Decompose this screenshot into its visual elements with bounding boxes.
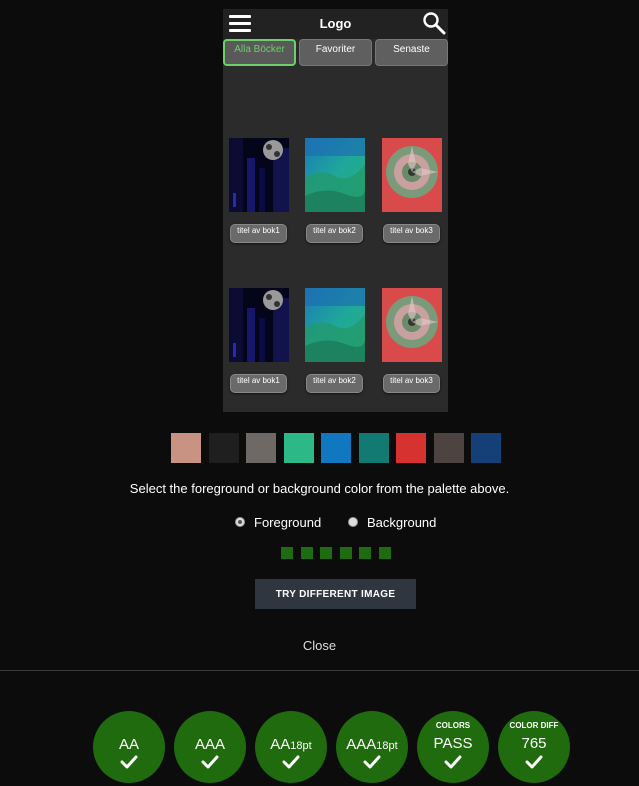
book-cover-image[interactable]	[382, 288, 442, 362]
search-icon[interactable]	[422, 11, 446, 35]
phone-preview: Logo Alla Böcker Favoriter Senaste titel…	[223, 9, 448, 412]
book-title-button[interactable]: titel av bok1	[230, 374, 287, 393]
background-label: Background	[367, 515, 437, 530]
badge-label: AAA	[194, 736, 225, 753]
check-icon	[282, 755, 300, 769]
tab-favorites[interactable]: Favoriter	[299, 39, 372, 66]
result-badge: AA	[93, 711, 165, 783]
book-cover-image[interactable]	[305, 138, 365, 212]
book-card[interactable]: titel av bok2	[305, 138, 365, 243]
badge-caption: COLOR DIFF	[509, 721, 559, 730]
check-icon	[363, 755, 381, 769]
result-badge: AAA	[174, 711, 246, 783]
palette-swatch[interactable]	[358, 433, 389, 463]
book-title-button[interactable]: titel av bok2	[306, 224, 363, 243]
progress-step	[359, 547, 371, 559]
book-cover-image[interactable]	[229, 288, 289, 362]
badge-label: AA18pt	[270, 736, 312, 753]
result-badge: COLOR DIFF 765	[498, 711, 570, 783]
progress-step	[320, 547, 332, 559]
progress-step	[378, 547, 391, 559]
palette-swatch[interactable]	[171, 433, 201, 463]
book-title-button[interactable]: titel av bok1	[230, 224, 287, 243]
close-link[interactable]: Close	[0, 638, 639, 653]
badge-label: 765	[521, 735, 547, 752]
tab-bar: Alla Böcker Favoriter Senaste	[223, 39, 448, 67]
book-title-button[interactable]: titel av bok2	[306, 374, 363, 393]
palette-swatch[interactable]	[321, 433, 351, 463]
book-title-button[interactable]: titel av bok3	[383, 374, 440, 393]
palette-swatch[interactable]	[471, 433, 501, 463]
result-badge: COLORS PASS	[417, 711, 489, 783]
book-cover-image[interactable]	[229, 138, 289, 212]
progress-step	[300, 547, 313, 559]
check-icon	[201, 755, 219, 769]
book-card[interactable]: titel av bok3	[382, 138, 442, 243]
radio-checked-icon[interactable]	[236, 518, 244, 526]
book-cover-image[interactable]	[305, 288, 365, 362]
palette-swatch[interactable]	[396, 433, 426, 463]
badge-label: AAA18pt	[346, 736, 398, 753]
book-card[interactable]: titel av bok3	[382, 288, 442, 393]
progress-step	[281, 547, 293, 559]
tab-all-books[interactable]: Alla Böcker	[223, 39, 296, 66]
palette-swatch[interactable]	[208, 433, 239, 463]
progress-step	[339, 547, 352, 559]
badge-caption: COLORS	[435, 721, 471, 730]
result-badge: AA18pt	[255, 711, 327, 783]
tab-recent[interactable]: Senaste	[375, 39, 448, 66]
badge-label: PASS	[433, 735, 473, 752]
color-target-radio-group: Foreground Background	[0, 515, 639, 533]
book-title-button[interactable]: titel av bok3	[383, 224, 440, 243]
book-card[interactable]: titel av bok2	[305, 288, 365, 393]
try-different-image-button[interactable]: TRY DIFFERENT IMAGE	[255, 579, 416, 609]
divider	[0, 670, 639, 671]
check-icon	[525, 755, 543, 769]
check-icon	[120, 755, 138, 769]
palette-swatch[interactable]	[283, 433, 314, 463]
result-badge: AAA18pt	[336, 711, 408, 783]
palette-swatch[interactable]	[433, 433, 464, 463]
book-cover-image[interactable]	[382, 138, 442, 212]
book-card[interactable]: titel av bok1	[229, 138, 289, 243]
check-icon	[444, 755, 462, 769]
app-logo: Logo	[319, 16, 352, 31]
badge-label: AA	[118, 736, 139, 753]
book-card[interactable]: titel av bok1	[229, 288, 289, 393]
radio-unchecked-icon[interactable]	[349, 518, 357, 526]
app-header: Logo	[223, 9, 448, 39]
palette-swatch[interactable]	[246, 433, 276, 463]
foreground-label: Foreground	[254, 515, 322, 530]
palette-instructions: Select the foreground or background colo…	[129, 481, 510, 496]
